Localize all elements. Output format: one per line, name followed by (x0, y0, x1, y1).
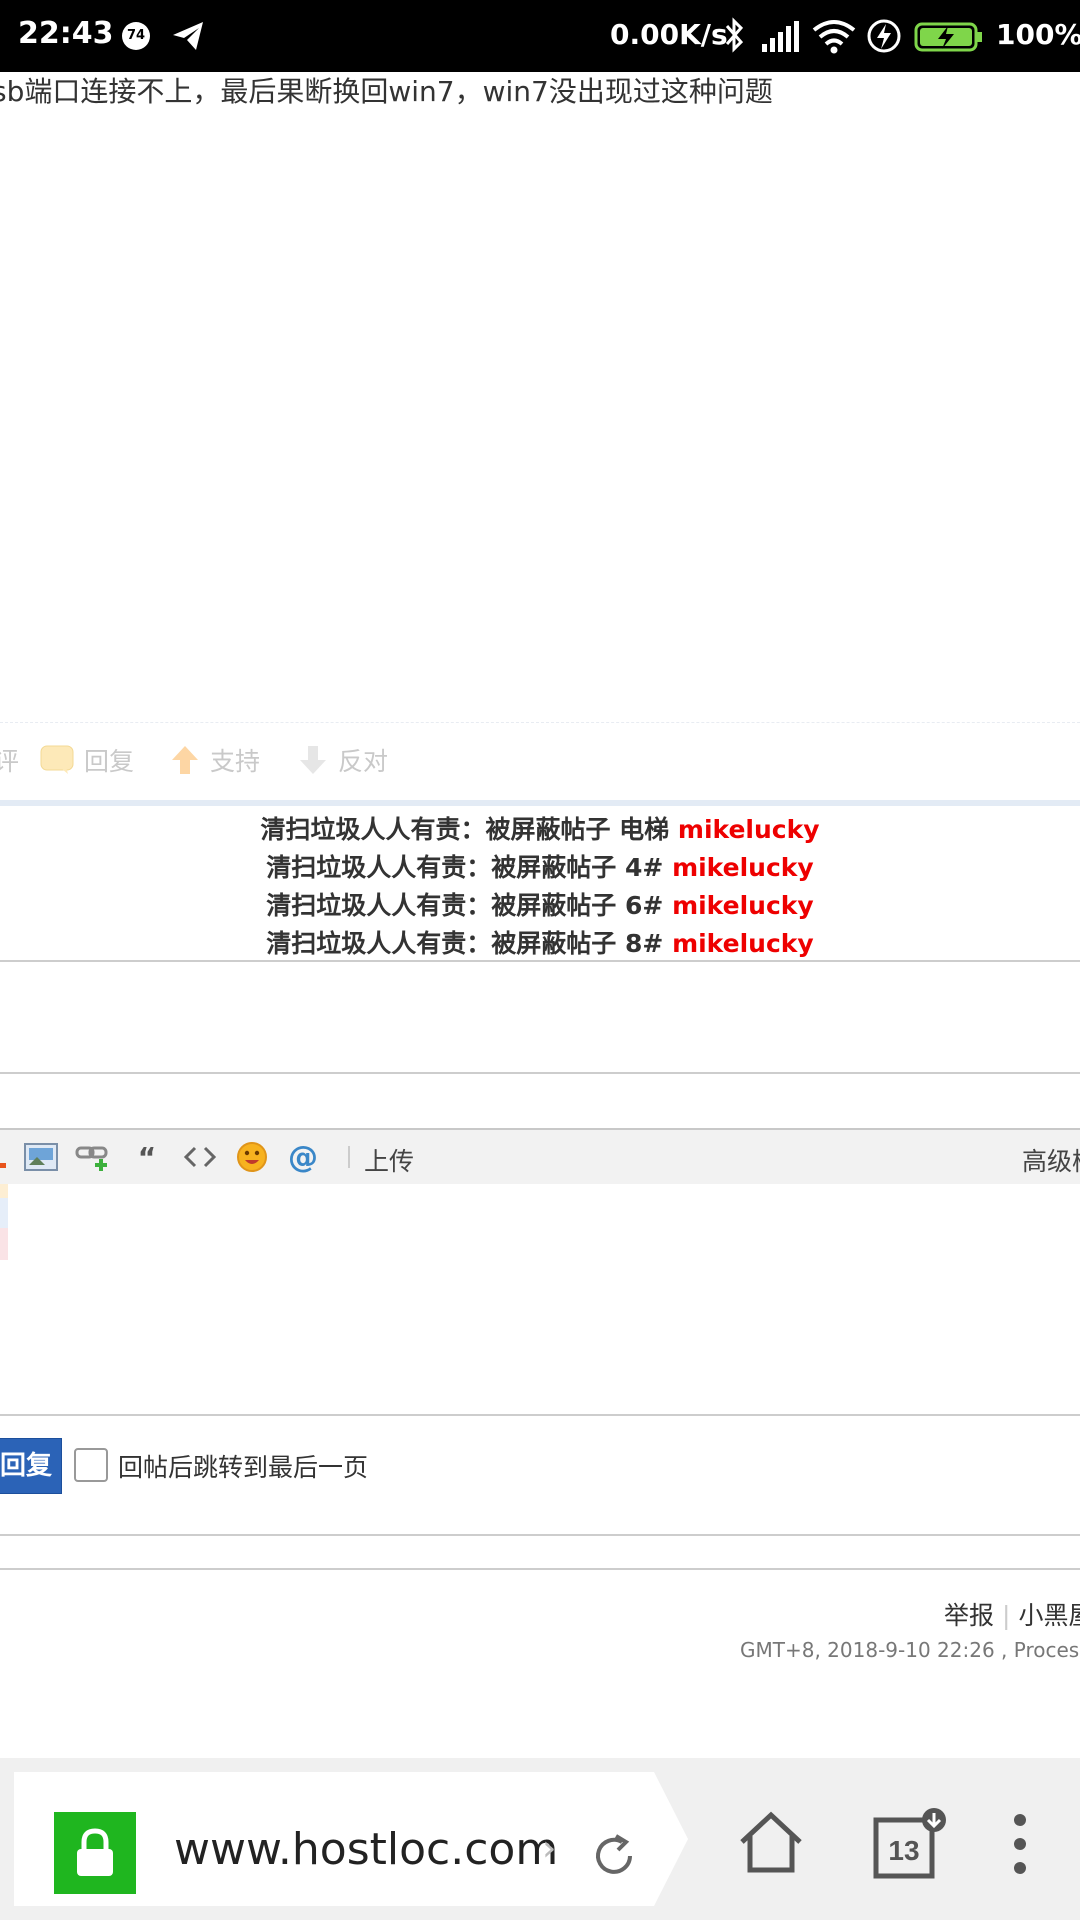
reply-submit-row: 回复 回帖后跳转到最后一页 (0, 1438, 1080, 1494)
color-strip (0, 1198, 8, 1228)
notice-user-link[interactable]: mikelucky (672, 929, 814, 958)
notice-user-link[interactable]: mikelucky (678, 815, 820, 844)
reply-action[interactable]: 回复 (40, 742, 134, 778)
more-menu-icon[interactable] (1000, 1810, 1040, 1878)
reply-submit-button[interactable]: 回复 (0, 1438, 62, 1494)
dark-room-link[interactable]: 小黑屋 (1018, 1601, 1080, 1630)
editor-toolbar: “ @ 上传 高级模 (0, 1128, 1080, 1186)
moderation-notice: 清扫垃圾人人有责：被屏蔽帖子 电梯 mikelucky (0, 810, 1080, 846)
reply-textarea[interactable] (0, 1184, 1080, 1414)
oppose-label: 反对 (338, 747, 389, 776)
status-bar: 22:43 74 0.00K/s 100% (0, 0, 1080, 72)
support-action[interactable]: 支持 (170, 742, 260, 778)
moderation-notice: 清扫垃圾人人有责：被屏蔽帖子 4# mikelucky (0, 848, 1080, 884)
section-separator (0, 800, 1080, 806)
notice-user-link[interactable]: mikelucky (672, 853, 814, 882)
arrow-down-icon (300, 746, 326, 774)
network-speed: 0.00K/s (610, 18, 728, 51)
divider (0, 1534, 1080, 1536)
post-actions: 评 回复 支持 反对 (0, 742, 1080, 782)
quote-icon[interactable]: “ (132, 1140, 162, 1174)
tab-count: 13 (888, 1835, 919, 1866)
advanced-mode-link[interactable]: 高级模 (1022, 1142, 1080, 1178)
color-strip (0, 1184, 8, 1198)
notice-text: 清扫垃圾人人有责：被屏蔽帖子 6# (266, 891, 664, 920)
notice-text: 清扫垃圾人人有责：被屏蔽帖子 4# (266, 853, 664, 882)
moderation-notice: 清扫垃圾人人有责：被屏蔽帖子 8# mikelucky (0, 924, 1080, 960)
battery-icon (914, 22, 982, 52)
battery-percentage: 100% (996, 18, 1080, 51)
home-icon[interactable] (738, 1810, 804, 1874)
report-link[interactable]: 举报 (944, 1601, 994, 1630)
pipe-separator: | (1002, 1601, 1011, 1630)
notice-text: 清扫垃圾人人有责：被屏蔽帖子 电梯 (260, 815, 670, 844)
rate-action[interactable]: 评 (0, 742, 19, 778)
footer-links: 举报 |小黑屋 (944, 1596, 1080, 1632)
reload-icon[interactable] (588, 1830, 640, 1882)
reply-action-label: 回复 (84, 747, 135, 776)
divider (0, 960, 1080, 962)
divider (0, 1568, 1080, 1570)
footer-timestamp: GMT+8, 2018-9-10 22:26 , Processed (740, 1638, 1080, 1662)
link-icon[interactable] (74, 1140, 114, 1174)
flash-icon (867, 19, 901, 53)
speech-bubble-icon (40, 745, 74, 774)
telegram-icon (173, 22, 203, 50)
oppose-action[interactable]: 反对 (298, 742, 388, 778)
jump-last-page-label[interactable]: 回帖后跳转到最后一页 (118, 1448, 368, 1484)
upload-button[interactable]: 上传 (364, 1142, 414, 1178)
url-text[interactable]: www.hostloc.com (174, 1824, 558, 1875)
divider (0, 1414, 1080, 1416)
address-bar[interactable]: www.hostloc.com › (14, 1772, 654, 1906)
address-bar-arrow (654, 1772, 688, 1906)
at-icon[interactable]: @ (286, 1140, 320, 1175)
support-label: 支持 (210, 747, 261, 776)
jump-last-page-checkbox[interactable] (74, 1448, 108, 1482)
arrow-up-icon (172, 746, 198, 774)
wifi-icon (812, 20, 856, 54)
image-icon[interactable] (22, 1140, 60, 1174)
tabs-icon[interactable]: 13 (872, 1808, 952, 1880)
status-time: 22:43 (18, 16, 114, 51)
chevron-right-icon: › (542, 1828, 557, 1869)
signal-icon (762, 21, 799, 52)
divider (0, 1072, 1080, 1074)
moderation-notice: 清扫垃圾人人有责：被屏蔽帖子 6# mikelucky (0, 886, 1080, 922)
lock-icon[interactable] (54, 1812, 136, 1894)
notice-text: 清扫垃圾人人有责：被屏蔽帖子 8# (266, 929, 664, 958)
post-content: sb端口连接不上，最后果断换回win7，win7没出现过这种问题 (0, 75, 773, 108)
rate-label: 评 (0, 747, 20, 776)
toolbar-separator (348, 1146, 350, 1168)
post-divider (0, 722, 1080, 723)
bluetooth-icon (725, 17, 744, 53)
notice-user-link[interactable]: mikelucky (672, 891, 814, 920)
notification-badge-icon: 74 (122, 22, 150, 50)
code-icon[interactable] (180, 1140, 220, 1174)
emoji-icon[interactable] (234, 1140, 270, 1174)
color-icon[interactable] (0, 1140, 8, 1174)
browser-toolbar: www.hostloc.com › 13 (0, 1758, 1080, 1920)
color-strip (0, 1228, 8, 1260)
